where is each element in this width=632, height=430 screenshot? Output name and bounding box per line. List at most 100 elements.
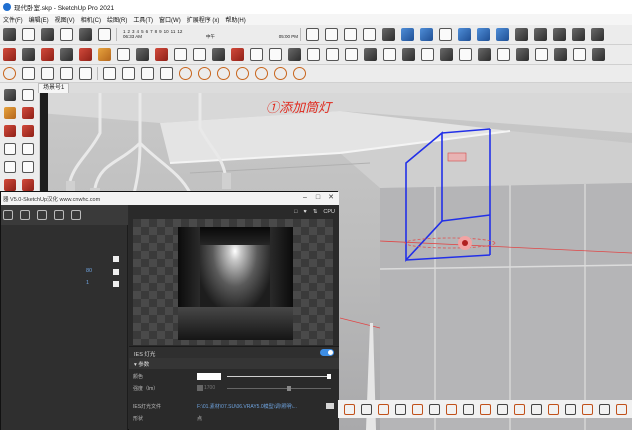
menu-edit[interactable]: 编辑(E) <box>29 15 49 24</box>
slider-knob[interactable] <box>287 386 291 391</box>
visibility-checkbox[interactable] <box>113 281 119 287</box>
ies-light-icon[interactable] <box>236 67 249 80</box>
maximize-icon[interactable]: □ <box>313 194 323 203</box>
menu-draw[interactable]: 绘图(R) <box>107 15 127 24</box>
extension-tool-icon[interactable] <box>531 403 542 415</box>
plugin-tool-icon[interactable] <box>383 48 396 61</box>
list-item[interactable] <box>1 255 128 264</box>
minimize-icon[interactable]: – <box>300 194 310 203</box>
extension-tool-icon[interactable] <box>616 403 627 415</box>
extension-tool-icon[interactable] <box>429 403 440 415</box>
intensity-texture-slot[interactable] <box>197 385 203 391</box>
extension-tool-icon[interactable] <box>548 403 559 415</box>
plugin-tool-icon[interactable] <box>212 48 225 61</box>
shaded-textures-icon[interactable] <box>401 28 414 41</box>
warehouse-icon[interactable] <box>79 28 92 41</box>
vray-interactive-icon[interactable] <box>534 28 547 41</box>
iso-view-icon[interactable] <box>439 28 452 41</box>
plugin-tool-icon[interactable] <box>459 48 472 61</box>
parameters-section-header[interactable]: ▾ 参数 <box>129 358 339 369</box>
square-icon[interactable]: □ <box>294 209 297 215</box>
lock-icon[interactable] <box>160 67 173 80</box>
frame-buffer-icon[interactable] <box>71 210 81 220</box>
extension-tool-icon[interactable] <box>463 403 474 415</box>
xray-icon[interactable] <box>306 28 319 41</box>
visibility-checkbox[interactable] <box>113 269 119 275</box>
plugin-tool-icon[interactable] <box>60 48 73 61</box>
extension-tool-icon[interactable] <box>497 403 508 415</box>
mesh-light-icon[interactable] <box>293 67 306 80</box>
color-slider[interactable] <box>227 374 331 379</box>
menu-help[interactable]: 帮助(H) <box>225 15 245 24</box>
rectangle-tool-icon[interactable] <box>4 143 16 155</box>
extension-tool-icon[interactable] <box>514 403 525 415</box>
list-item[interactable]: 80 <box>1 268 128 277</box>
settings-gear-icon[interactable] <box>37 210 47 220</box>
arc-tool-icon[interactable] <box>4 179 16 191</box>
paint-bucket-icon[interactable] <box>22 28 35 41</box>
plugin-tool-icon[interactable] <box>497 48 510 61</box>
extension-tool-icon[interactable] <box>582 403 593 415</box>
front-view-icon[interactable] <box>477 28 490 41</box>
plugin-tool-icon[interactable] <box>364 48 377 61</box>
extension-tool-icon[interactable] <box>361 403 372 415</box>
menu-tools[interactable]: 工具(T) <box>133 15 153 24</box>
plugin-tool-icon[interactable] <box>573 48 586 61</box>
extension-tool-icon[interactable] <box>565 403 576 415</box>
plugin-tool-icon[interactable] <box>421 48 434 61</box>
pencil-icon[interactable] <box>4 125 16 137</box>
extension-tool-icon[interactable] <box>412 403 423 415</box>
plugin-tool-icon[interactable] <box>440 48 453 61</box>
plugin-tool-icon[interactable] <box>592 48 605 61</box>
plugin-tool-icon[interactable] <box>535 48 548 61</box>
lasso-icon[interactable] <box>22 89 34 101</box>
plugin-tool-icon[interactable] <box>307 48 320 61</box>
extension-tool-icon[interactable] <box>344 403 355 415</box>
frame-icon[interactable] <box>122 67 135 80</box>
cpu-label[interactable]: CPU <box>323 209 335 215</box>
menu-window[interactable]: 窗口(W) <box>159 15 181 24</box>
menu-extensions[interactable]: 扩展程序 (x) <box>187 15 220 24</box>
plugin-tool-icon[interactable] <box>98 48 111 61</box>
cloud-outline-icon[interactable] <box>60 67 73 80</box>
rectangle-icon[interactable] <box>103 67 116 80</box>
back-edges-icon[interactable] <box>325 28 338 41</box>
teapot-icon[interactable] <box>22 67 35 80</box>
cloud-icon[interactable] <box>41 67 54 80</box>
select-icon[interactable] <box>4 89 16 101</box>
extension-tool-icon[interactable] <box>446 403 457 415</box>
eraser-icon[interactable] <box>22 107 34 119</box>
render-elements-icon[interactable] <box>20 210 30 220</box>
right-view-icon[interactable] <box>496 28 509 41</box>
shapes-icon[interactable] <box>79 67 92 80</box>
monochrome-icon[interactable] <box>420 28 433 41</box>
freehand-icon[interactable] <box>22 125 34 137</box>
extension-tool-icon[interactable] <box>378 403 389 415</box>
plugin-tool-icon[interactable] <box>41 48 54 61</box>
plugin-tool-icon[interactable] <box>516 48 529 61</box>
paint-icon[interactable] <box>4 107 16 119</box>
light-enable-toggle[interactable] <box>320 349 334 356</box>
menu-camera[interactable]: 相机(C) <box>81 15 101 24</box>
vray-asset-editor-icon[interactable] <box>553 28 566 41</box>
house-outline-icon[interactable] <box>60 28 73 41</box>
sun-light-icon[interactable] <box>274 67 287 80</box>
intensity-slider[interactable] <box>227 386 331 391</box>
color-swatch[interactable] <box>197 373 221 380</box>
plugin-tool-icon[interactable] <box>155 48 168 61</box>
close-icon[interactable]: ✕ <box>326 194 336 203</box>
cup-icon[interactable]: ♥ <box>304 209 307 215</box>
plugin-tool-icon[interactable] <box>117 48 130 61</box>
orbit-icon[interactable] <box>3 28 16 41</box>
plugin-tool-icon[interactable] <box>288 48 301 61</box>
plugin-tool-icon[interactable] <box>136 48 149 61</box>
plugin-tool-icon[interactable] <box>269 48 282 61</box>
render-mode-icon[interactable]: ⇅ <box>313 209 318 215</box>
image-icon[interactable] <box>141 67 154 80</box>
plugin-tool-icon[interactable] <box>3 48 16 61</box>
shaded-icon[interactable] <box>382 28 395 41</box>
plugin-tool-icon[interactable] <box>79 48 92 61</box>
teapot-icon[interactable] <box>54 210 64 220</box>
ies-file-path[interactable]: F:\01.素材\07.SU\06.VRAY5.0模型\调\照明\... <box>197 403 325 410</box>
home-icon[interactable] <box>41 28 54 41</box>
